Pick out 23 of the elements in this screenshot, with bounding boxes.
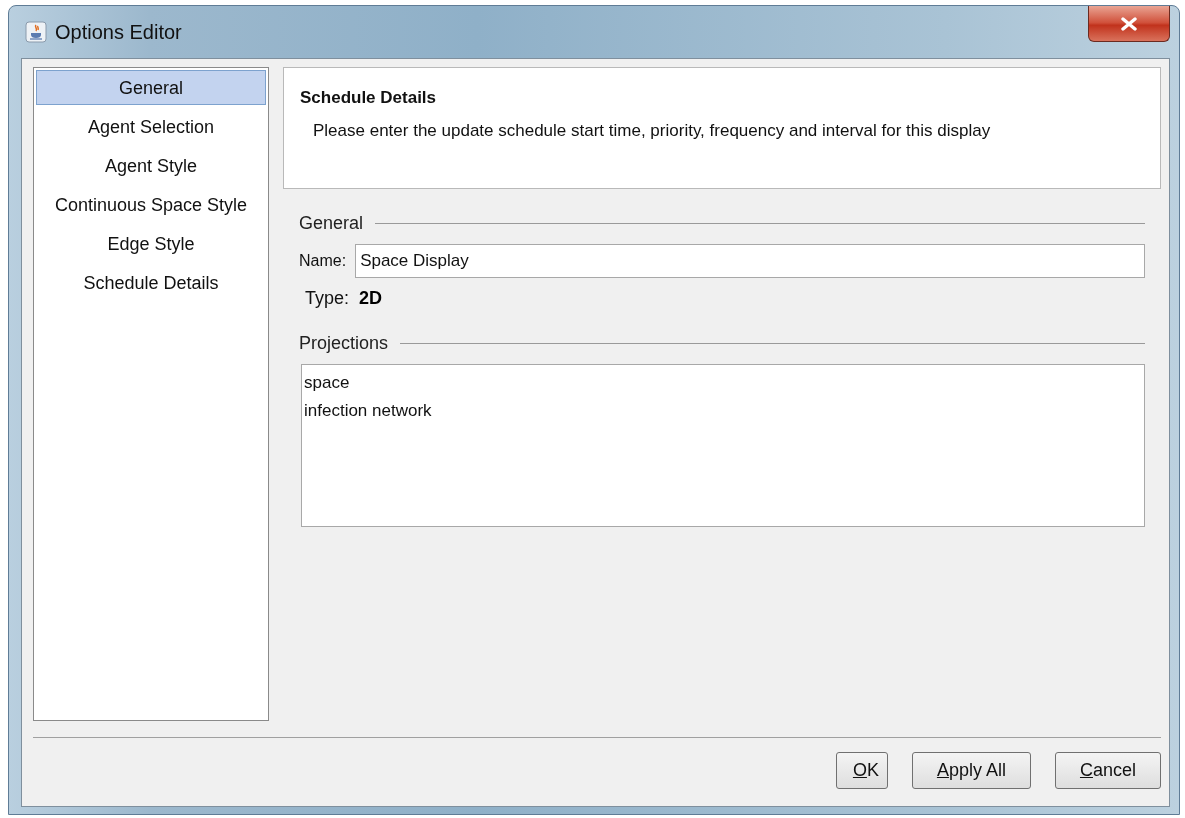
close-icon: [1120, 16, 1138, 31]
category-item[interactable]: General: [36, 70, 266, 105]
category-item[interactable]: Agent Style: [36, 148, 266, 183]
projection-item[interactable]: infection network: [304, 397, 1142, 425]
name-field[interactable]: Space Display: [355, 244, 1145, 278]
dialog-button[interactable]: Cancel: [1054, 752, 1161, 789]
section-heading: Projections: [299, 333, 389, 354]
dialog-button[interactable]: Apply All: [911, 752, 1031, 789]
name-label: Name:: [299, 252, 347, 270]
window-title: Options Editor: [55, 20, 182, 44]
category-item[interactable]: Edge Style: [36, 226, 266, 261]
header-description: Please enter the update schedule start time, priority, frequency and interval for this display: [313, 121, 992, 141]
type-value: 2D: [359, 288, 383, 309]
header-title: Schedule Details: [300, 88, 438, 108]
section-heading: General: [299, 213, 364, 234]
type-label: Type:: [305, 288, 350, 309]
projection-item[interactable]: space: [304, 369, 1142, 397]
cup-icon: [25, 21, 47, 43]
category-item[interactable]: Continuous Space Style: [36, 187, 266, 222]
category-item[interactable]: Schedule Details: [36, 265, 266, 300]
dialog-button[interactable]: OK: [835, 752, 888, 789]
category-item[interactable]: Agent Selection: [36, 109, 266, 144]
close-button[interactable]: [1088, 6, 1170, 42]
